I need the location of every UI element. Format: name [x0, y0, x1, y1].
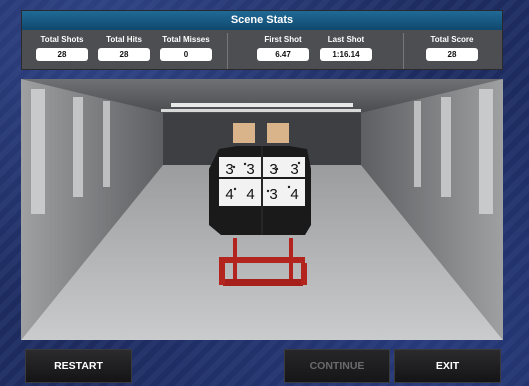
scene-stats-panel: Scene Stats Total Shots 28 Total Hits 28…: [21, 10, 503, 70]
stat-value: 28: [36, 48, 88, 61]
score-number: 4: [290, 186, 298, 203]
shooting-range-scene[interactable]: 3 3 3 3 4 4 3 4: [21, 79, 503, 340]
range-view: 3 3 3 3 4 4 3 4: [21, 79, 503, 340]
stat-label: Total Shots: [40, 35, 84, 44]
ceiling-light: [161, 109, 361, 112]
wall-pillar: [73, 97, 83, 197]
stat-label: Total Score: [430, 35, 474, 44]
bullet-hole: [266, 189, 270, 193]
score-number: 3: [246, 161, 254, 178]
stat-total-shots: Total Shots 28: [34, 35, 90, 61]
bullet-hole: [297, 161, 301, 165]
stat-total-misses: Total Misses 0: [158, 35, 214, 61]
divider: [227, 33, 228, 69]
bullet-hole: [275, 167, 279, 171]
bullet-hole: [232, 165, 236, 169]
stand-base: [223, 279, 303, 286]
score-number: 3: [269, 186, 277, 203]
wall-pillar: [479, 89, 493, 214]
stand-bar: [219, 257, 305, 263]
stat-value: 28: [426, 48, 478, 61]
ceiling-light: [171, 103, 353, 107]
score-number: 4: [246, 186, 254, 203]
stat-label: First Shot: [264, 35, 302, 44]
stat-value: 28: [98, 48, 150, 61]
far-target: [267, 123, 289, 143]
stat-value: 1:16.14: [320, 48, 372, 61]
continue-button[interactable]: CONTINUE: [284, 349, 390, 383]
stat-first-shot: First Shot 6.47: [255, 35, 311, 61]
bullet-hole: [233, 187, 237, 191]
score-number: 3: [290, 161, 298, 178]
restart-button[interactable]: RESTART: [25, 349, 132, 383]
far-target: [233, 123, 255, 143]
bullet-hole: [287, 185, 291, 189]
wall-pillar: [414, 101, 421, 187]
divider: [403, 33, 404, 69]
stand-leg: [301, 263, 307, 285]
exit-button[interactable]: EXIT: [394, 349, 501, 383]
stat-total-hits: Total Hits 28: [96, 35, 152, 61]
stat-value: 0: [160, 48, 212, 61]
stat-value: 6.47: [257, 48, 309, 61]
wall-pillar: [103, 101, 110, 187]
bullet-hole: [243, 162, 247, 166]
stat-last-shot: Last Shot 1:16.14: [318, 35, 374, 61]
stat-label: Last Shot: [327, 35, 365, 44]
panel-title: Scene Stats: [22, 11, 502, 30]
wall-pillar: [31, 89, 45, 214]
stand-leg: [219, 263, 225, 285]
stat-total-score: Total Score 28: [424, 35, 480, 61]
stat-label: Total Misses: [162, 35, 210, 44]
wall-pillar: [441, 97, 451, 197]
score-number: 3: [225, 161, 233, 178]
stat-label: Total Hits: [106, 35, 142, 44]
score-number: 4: [225, 186, 233, 203]
